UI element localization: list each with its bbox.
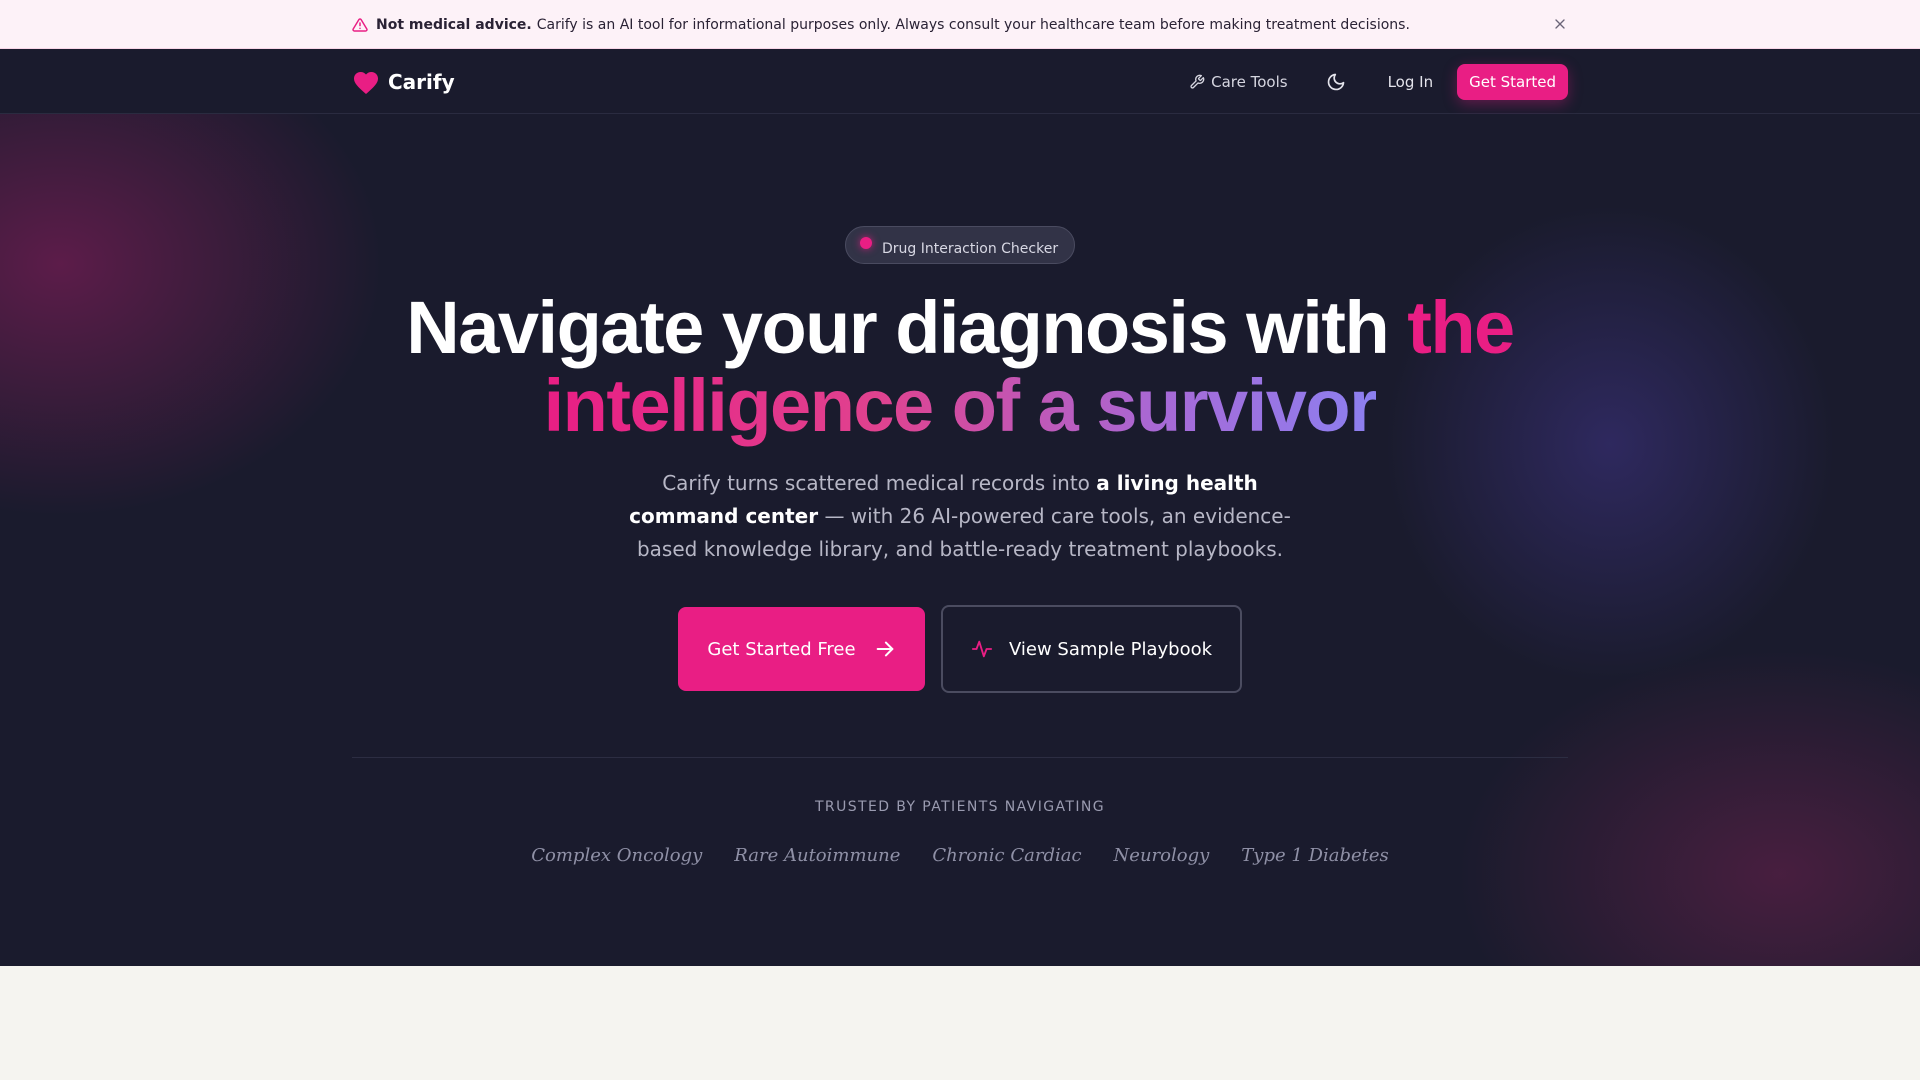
headline-gradient-text: intelligence of a survivor bbox=[543, 364, 1378, 447]
get-started-free-label: Get Started Free bbox=[707, 638, 856, 660]
disclaimer-banner: Not medical advice. Carify is an AI tool … bbox=[0, 0, 1920, 49]
login-link[interactable]: Log In bbox=[1388, 73, 1434, 91]
condition-item: Chronic Cardiac bbox=[932, 845, 1082, 866]
disclaimer-text: Not medical advice. Carify is an AI tool … bbox=[376, 17, 1410, 33]
headline-line-2: intelligence of a survivor bbox=[0, 367, 1920, 445]
disclaimer-title: Not medical advice. bbox=[376, 16, 532, 33]
brand-name: Carify bbox=[388, 69, 455, 94]
headline-line-1: Navigate your diagnosis with the bbox=[0, 289, 1920, 367]
top-navbar: Carify Care Tools Log In Get Started bbox=[0, 49, 1920, 114]
view-sample-playbook-button[interactable]: View Sample Playbook bbox=[941, 605, 1242, 693]
headline-part-1: Navigate your diagnosis with bbox=[406, 286, 1408, 369]
conditions-list: Complex Oncology Rare Autoimmune Chronic… bbox=[0, 845, 1920, 866]
brand-logo[interactable]: Carify bbox=[352, 69, 455, 95]
headline-part-2: the bbox=[1407, 286, 1515, 369]
care-tools-link[interactable]: Care Tools bbox=[1189, 72, 1288, 91]
feature-pill: Drug Interaction Checker bbox=[845, 226, 1075, 264]
theme-toggle-button[interactable] bbox=[1318, 64, 1354, 100]
arrow-right-icon bbox=[874, 638, 896, 660]
get-started-button[interactable]: Get Started bbox=[1457, 63, 1568, 100]
condition-item: Rare Autoimmune bbox=[734, 845, 901, 866]
get-started-free-button[interactable]: Get Started Free bbox=[678, 607, 925, 691]
alert-triangle-icon bbox=[352, 17, 368, 33]
disclaimer-message: Carify is an AI tool for informational p… bbox=[536, 16, 1410, 33]
condition-item: Type 1 Diabetes bbox=[1241, 845, 1389, 866]
next-section bbox=[0, 966, 1920, 1080]
trusted-heading: TRUSTED BY PATIENTS NAVIGATING bbox=[814, 799, 1105, 815]
pill-label: Drug Interaction Checker bbox=[882, 241, 1059, 257]
condition-item: Neurology bbox=[1113, 845, 1210, 866]
pill-dot bbox=[860, 237, 872, 249]
wrench-icon bbox=[1189, 74, 1205, 90]
view-sample-playbook-label: View Sample Playbook bbox=[1008, 638, 1213, 660]
care-tools-label: Care Tools bbox=[1211, 72, 1288, 91]
section-divider bbox=[352, 757, 1568, 758]
hero-subtitle: Carify turns scattered medical records i… bbox=[610, 467, 1310, 566]
close-icon[interactable] bbox=[1552, 16, 1568, 32]
subtitle-part-1: Carify turns scattered medical records i… bbox=[662, 471, 1097, 495]
activity-pulse-icon bbox=[971, 638, 993, 660]
hero-section: Drug Interaction Checker Navigate your d… bbox=[0, 114, 1920, 966]
condition-item: Complex Oncology bbox=[531, 845, 703, 866]
moon-icon bbox=[1326, 72, 1346, 92]
heart-icon bbox=[352, 69, 380, 95]
